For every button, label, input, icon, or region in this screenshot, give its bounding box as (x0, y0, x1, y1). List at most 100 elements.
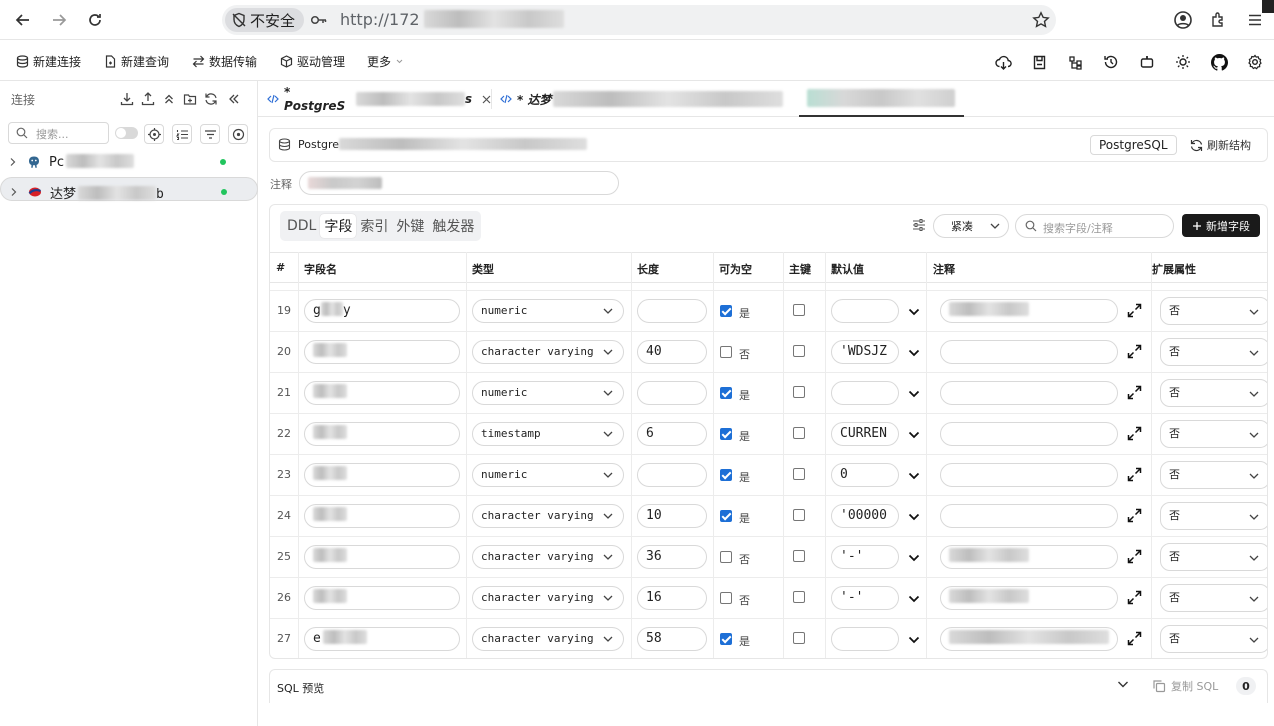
tab-postgresql[interactable]: * PostgreS s (267, 81, 491, 117)
driver-manage-button[interactable]: 驱动管理 (280, 53, 345, 70)
import-icon[interactable] (118, 90, 136, 108)
field-length-input[interactable] (637, 463, 707, 487)
circle-dot-icon[interactable] (228, 124, 248, 144)
connection-search-input[interactable]: 搜索... (8, 122, 109, 144)
target-icon[interactable] (144, 124, 164, 144)
primary-key-checkbox[interactable] (793, 591, 805, 603)
chevron-down-icon[interactable] (1117, 680, 1129, 689)
default-value-input[interactable]: '00000 (831, 504, 899, 528)
field-type-select[interactable]: character varying (472, 545, 624, 569)
collapse-sidebar-icon[interactable] (225, 90, 243, 108)
filter-toggle[interactable] (115, 127, 138, 139)
field-type-select[interactable]: numeric (472, 299, 624, 323)
ordered-list-icon[interactable] (172, 124, 192, 144)
default-options-dropdown[interactable] (908, 472, 920, 480)
reload-icon[interactable] (83, 8, 107, 32)
field-name-input[interactable] (304, 504, 460, 528)
expand-icon[interactable] (1127, 467, 1142, 482)
nullable-checkbox[interactable] (720, 346, 732, 358)
field-comment-input[interactable] (940, 422, 1118, 446)
field-type-select[interactable]: character varying (472, 627, 624, 651)
ext-attr-select[interactable]: 否 (1160, 420, 1267, 448)
primary-key-checkbox[interactable] (793, 632, 805, 644)
default-options-dropdown[interactable] (908, 554, 920, 562)
field-name-input[interactable] (304, 340, 460, 364)
field-length-input[interactable] (637, 381, 707, 405)
subtab-indexes[interactable]: 索引 (356, 214, 392, 238)
ext-attr-select[interactable]: 否 (1160, 625, 1267, 653)
refresh-icon[interactable] (202, 90, 220, 108)
connection-item-postgresql[interactable]: Pc (0, 148, 258, 176)
primary-key-checkbox[interactable] (793, 468, 805, 480)
field-name-input[interactable] (304, 463, 460, 487)
field-name-input[interactable] (304, 545, 460, 569)
ext-attr-select[interactable]: 否 (1160, 584, 1267, 612)
default-options-dropdown[interactable] (908, 636, 920, 644)
field-name-input[interactable] (304, 586, 460, 610)
connection-item-dameng[interactable]: 达梦 b (0, 177, 258, 202)
chevron-right-icon[interactable] (9, 187, 18, 197)
field-comment-input[interactable] (940, 504, 1118, 528)
default-options-dropdown[interactable] (908, 308, 920, 316)
nullable-checkbox[interactable] (720, 592, 732, 604)
nullable-checkbox[interactable] (720, 428, 732, 440)
subtab-foreign-keys[interactable]: 外键 (392, 214, 428, 238)
filter-lines-icon[interactable] (200, 124, 220, 144)
copy-sql-button[interactable]: 复制 SQL (1152, 678, 1218, 694)
field-comment-input[interactable] (940, 299, 1118, 323)
refresh-structure-button[interactable]: 刷新结构 (1190, 137, 1251, 153)
default-value-input[interactable] (831, 627, 899, 651)
new-connection-button[interactable]: 新建连接 (16, 53, 81, 70)
field-comment-input[interactable] (940, 545, 1118, 569)
expand-icon[interactable] (1127, 508, 1142, 523)
field-comment-input[interactable] (940, 381, 1118, 405)
url-text[interactable]: http://172 (340, 10, 564, 29)
more-menu-button[interactable]: 更多 (367, 53, 404, 70)
field-search-input[interactable]: 搜索字段/注释 (1015, 214, 1174, 238)
sliders-icon[interactable] (912, 218, 926, 232)
default-value-input[interactable] (831, 381, 899, 405)
field-type-select[interactable]: numeric (472, 463, 624, 487)
default-options-dropdown[interactable] (908, 390, 920, 398)
nullable-checkbox[interactable] (720, 469, 732, 481)
forward-icon[interactable] (47, 8, 71, 32)
primary-key-checkbox[interactable] (793, 509, 805, 521)
ext-attr-select[interactable]: 否 (1160, 461, 1267, 489)
primary-key-checkbox[interactable] (793, 386, 805, 398)
github-icon[interactable] (1209, 52, 1229, 72)
field-type-select[interactable]: numeric (472, 381, 624, 405)
default-options-dropdown[interactable] (908, 595, 920, 603)
primary-key-checkbox[interactable] (793, 427, 805, 439)
bookmark-star-icon[interactable] (1032, 11, 1050, 29)
extensions-icon[interactable] (1207, 8, 1231, 32)
default-value-input[interactable]: 0 (831, 463, 899, 487)
subtab-fields[interactable]: 字段 (320, 214, 357, 238)
default-value-input[interactable]: 'WDSJZ (831, 340, 899, 364)
field-type-select[interactable]: timestamp (472, 422, 624, 446)
tab-table-structure[interactable] (799, 81, 964, 117)
field-type-select[interactable]: character varying (472, 586, 624, 610)
data-transfer-button[interactable]: 数据传输 (192, 53, 257, 70)
subtab-ddl[interactable]: DDL (283, 214, 320, 238)
field-name-input[interactable]: gy (304, 299, 460, 323)
close-icon[interactable] (482, 95, 491, 104)
primary-key-checkbox[interactable] (793, 550, 805, 562)
nullable-checkbox[interactable] (720, 305, 732, 317)
ext-attr-select[interactable]: 否 (1160, 297, 1267, 325)
field-length-input[interactable]: 6 (637, 422, 707, 446)
settings-gear-icon[interactable] (1245, 52, 1265, 72)
default-value-input[interactable]: '-' (831, 545, 899, 569)
field-comment-input[interactable] (940, 463, 1118, 487)
profile-icon[interactable] (1171, 8, 1195, 32)
robot-icon[interactable] (1137, 52, 1157, 72)
history-icon[interactable] (1101, 52, 1121, 72)
nullable-checkbox[interactable] (720, 633, 732, 645)
key-icon[interactable] (310, 12, 328, 28)
field-type-select[interactable]: character varying (472, 504, 624, 528)
default-value-input[interactable] (831, 299, 899, 323)
new-query-button[interactable]: 新建查询 (104, 53, 169, 70)
save-icon[interactable] (1029, 52, 1049, 72)
field-comment-input[interactable] (940, 586, 1118, 610)
add-field-button[interactable]: 新增字段 (1182, 214, 1260, 237)
field-length-input[interactable]: 40 (637, 340, 707, 364)
